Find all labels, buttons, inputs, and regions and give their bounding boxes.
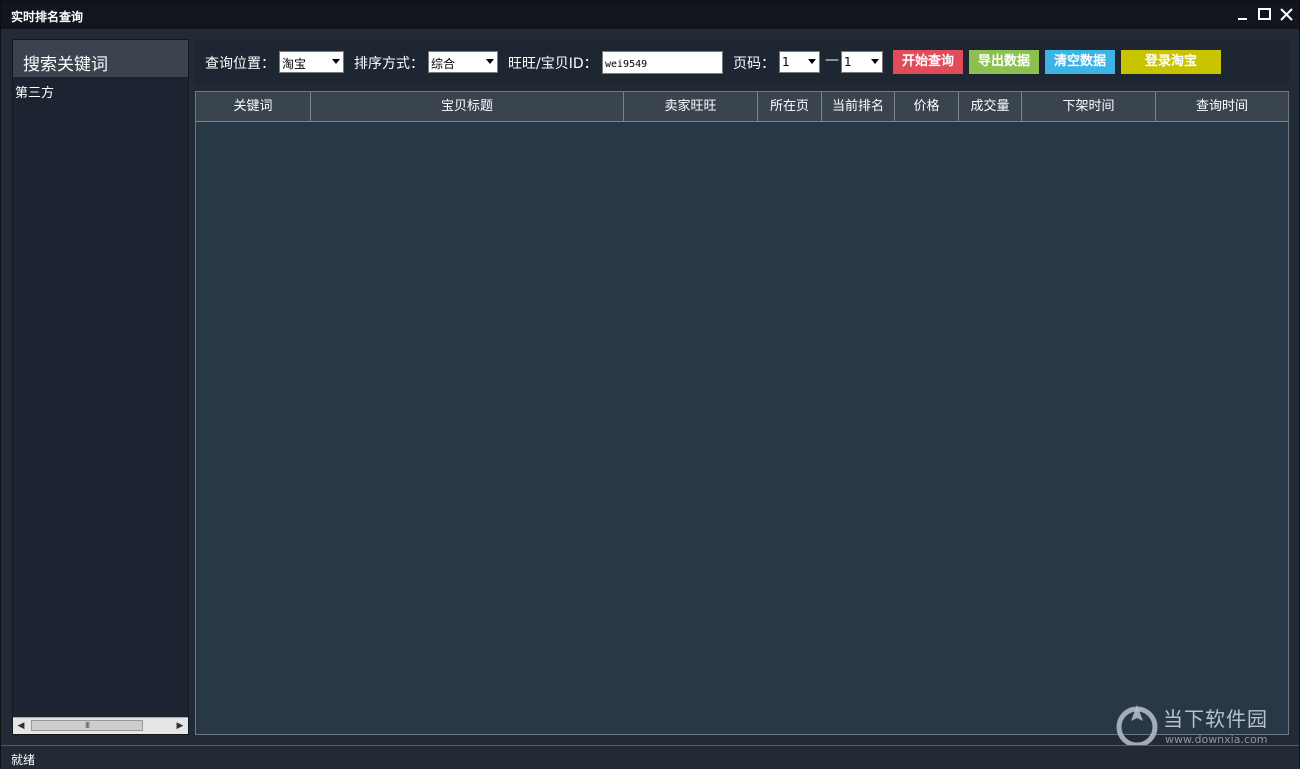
column-header-title[interactable]: 宝贝标题 bbox=[311, 92, 624, 122]
status-text: 就绪 bbox=[11, 753, 36, 767]
column-header-price[interactable]: 价格 bbox=[895, 92, 959, 122]
chevron-down-icon bbox=[808, 59, 816, 64]
close-icon[interactable] bbox=[1277, 5, 1297, 25]
chevron-down-icon bbox=[332, 59, 340, 64]
start-query-button[interactable]: 开始查询 bbox=[893, 50, 963, 74]
horizontal-scrollbar[interactable]: ◀ III ▶ bbox=[13, 717, 188, 734]
column-header-seller[interactable]: 卖家旺旺 bbox=[624, 92, 758, 122]
keyword-panel: 搜索关键词 第三方 ◀ III ▶ bbox=[12, 39, 189, 735]
keyword-panel-header: 搜索关键词 bbox=[13, 40, 188, 77]
sort-select[interactable]: 综合 bbox=[428, 51, 498, 73]
minimize-icon[interactable] bbox=[1233, 5, 1253, 25]
table-header: 关键词 宝贝标题 卖家旺旺 所在页 当前排名 价格 成交量 下架时间 查询时间 bbox=[196, 92, 1288, 122]
page-to-value: 1 bbox=[844, 55, 852, 69]
export-data-button[interactable]: 导出数据 bbox=[969, 50, 1039, 74]
maximize-icon[interactable] bbox=[1255, 5, 1275, 25]
window-title: 实时排名查询 bbox=[11, 10, 84, 24]
query-toolbar: 查询位置： 淘宝 排序方式： 综合 旺旺/宝贝ID： 页码： 1 — 1 开始查… bbox=[195, 39, 1289, 85]
position-select-value: 淘宝 bbox=[282, 57, 307, 71]
id-input[interactable] bbox=[605, 55, 717, 74]
scroll-right-icon[interactable]: ▶ bbox=[172, 718, 188, 734]
keyword-panel-title: 搜索关键词 bbox=[23, 55, 108, 75]
position-select[interactable]: 淘宝 bbox=[279, 51, 344, 73]
watermark-logo-icon bbox=[1116, 705, 1158, 748]
column-header-query-time[interactable]: 查询时间 bbox=[1156, 92, 1288, 122]
sort-select-value: 综合 bbox=[431, 57, 456, 71]
chevron-down-icon bbox=[871, 59, 879, 64]
title-bar: 实时排名查询 bbox=[1, 1, 1299, 29]
column-header-volume[interactable]: 成交量 bbox=[959, 92, 1022, 122]
id-field[interactable] bbox=[602, 51, 723, 74]
scrollbar-thumb[interactable]: III bbox=[31, 720, 143, 731]
page-from-value: 1 bbox=[782, 55, 790, 69]
column-header-page[interactable]: 所在页 bbox=[758, 92, 822, 122]
page-to-select[interactable]: 1 bbox=[841, 51, 883, 73]
column-header-rank[interactable]: 当前排名 bbox=[822, 92, 895, 122]
page-label: 页码： bbox=[733, 56, 775, 72]
id-label: 旺旺/宝贝ID： bbox=[508, 56, 598, 72]
page-from-select[interactable]: 1 bbox=[779, 51, 820, 73]
page-range-dash: — bbox=[825, 52, 839, 68]
status-bar: 就绪 bbox=[1, 745, 1299, 769]
position-label: 查询位置： bbox=[205, 56, 275, 72]
column-header-keyword[interactable]: 关键词 bbox=[196, 92, 311, 122]
column-header-offshelf-time[interactable]: 下架时间 bbox=[1022, 92, 1156, 122]
clear-data-button[interactable]: 清空数据 bbox=[1045, 50, 1115, 74]
scroll-left-icon[interactable]: ◀ bbox=[13, 718, 29, 734]
sort-label: 排序方式： bbox=[354, 56, 424, 72]
login-taobao-button[interactable]: 登录淘宝 bbox=[1121, 50, 1221, 74]
results-table[interactable]: 关键词 宝贝标题 卖家旺旺 所在页 当前排名 价格 成交量 下架时间 查询时间 bbox=[195, 91, 1289, 735]
keyword-list-item[interactable]: 第三方 bbox=[15, 82, 54, 101]
watermark: 当下软件园 www.downxia.com bbox=[1113, 701, 1283, 749]
chevron-down-icon bbox=[486, 59, 494, 64]
app-window: 实时排名查询 搜索关键词 第三方 ◀ III ▶ 查询位置： 淘宝 排序方式： bbox=[0, 0, 1300, 769]
watermark-name: 当下软件园 bbox=[1163, 707, 1268, 731]
